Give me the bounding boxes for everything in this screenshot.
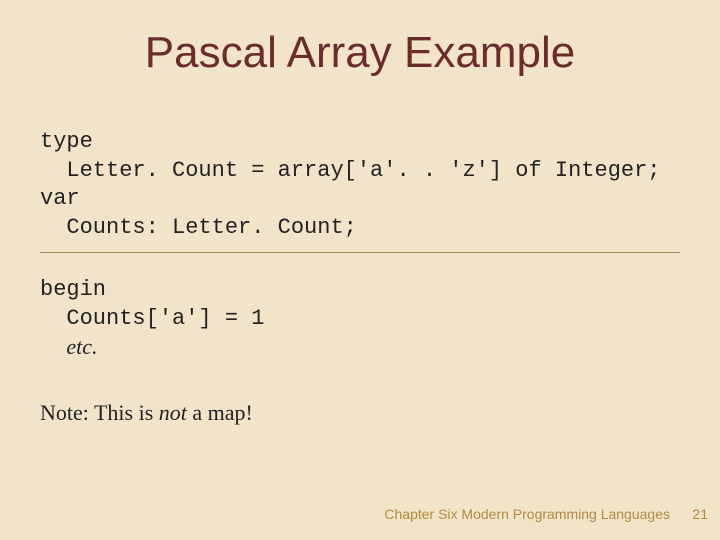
note-prefix: Note: This is [40, 400, 159, 425]
code-line: begin [40, 277, 106, 302]
code-line: var [40, 186, 80, 211]
code-etc: etc. [66, 334, 97, 359]
footer-text: Chapter Six Modern Programming Languages [384, 506, 670, 522]
note-suffix: a map! [187, 400, 253, 425]
note-not: not [159, 400, 187, 425]
code-line: Counts: Letter. Count; [40, 215, 357, 240]
code-line: type [40, 129, 93, 154]
code-line: Letter. Count = array['a'. . 'z'] of Int… [40, 158, 661, 183]
slide: Pascal Array Example type Letter. Count … [0, 0, 720, 540]
slide-title: Pascal Array Example [0, 28, 720, 78]
code-block-declarations: type Letter. Count = array['a'. . 'z'] o… [40, 128, 680, 253]
note-text: Note: This is not a map! [40, 400, 253, 426]
code-line: Counts['a'] = 1 [40, 306, 264, 331]
page-number: 21 [692, 506, 708, 522]
code-block-begin: begin Counts['a'] = 1 etc. [40, 276, 680, 364]
code-indent [40, 336, 66, 361]
